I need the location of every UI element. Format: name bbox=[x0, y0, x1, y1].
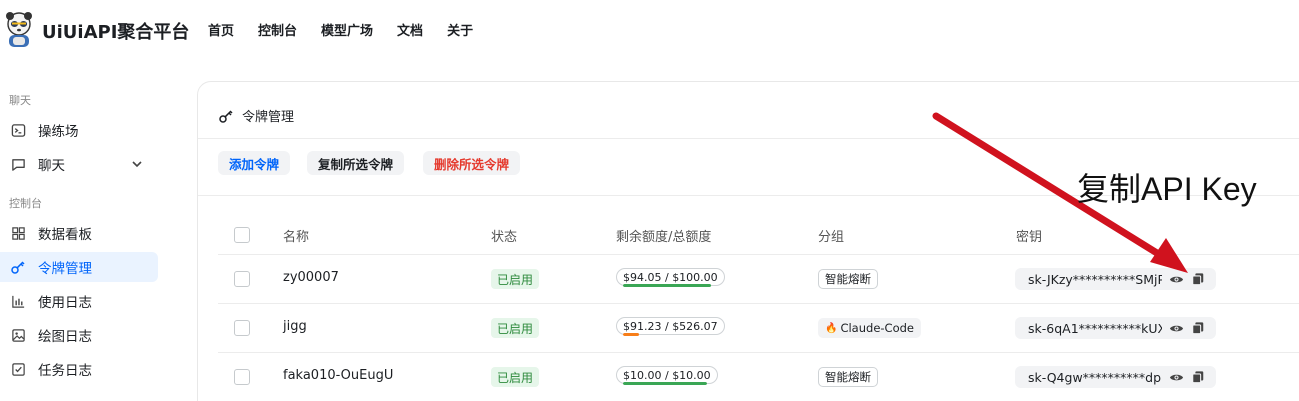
brand-name[interactable]: UiUiAPI聚合平台 bbox=[42, 18, 189, 44]
eye-icon[interactable] bbox=[1168, 271, 1184, 287]
group-label: Claude-Code bbox=[840, 321, 914, 335]
quota-progress-fill bbox=[623, 382, 707, 385]
nav-console[interactable]: 控制台 bbox=[258, 20, 297, 39]
sidebar-item-usage-log[interactable]: 使用日志 bbox=[0, 286, 158, 316]
quota-progress-bar bbox=[623, 382, 707, 385]
bar-chart-icon bbox=[10, 293, 26, 309]
group-label: 智能熔断 bbox=[825, 370, 871, 384]
row-checkbox[interactable] bbox=[234, 271, 250, 287]
sidebar-item-label: 聊天 bbox=[38, 158, 65, 174]
row-divider bbox=[218, 352, 1299, 353]
row-checkbox[interactable] bbox=[234, 369, 250, 385]
copy-icon[interactable] bbox=[1190, 271, 1206, 287]
sidebar-item-dashboard[interactable]: 数据看板 bbox=[0, 218, 158, 248]
chat-icon bbox=[10, 156, 26, 172]
sidebar-item-task-log[interactable]: 任务日志 bbox=[0, 354, 158, 384]
table-header-divider bbox=[218, 254, 1299, 255]
panda-logo-icon[interactable] bbox=[4, 10, 34, 48]
top-navigation-bar: UiUiAPI聚合平台 首页 控制台 模型广场 文档 关于 bbox=[0, 0, 1299, 62]
row-checkbox[interactable] bbox=[234, 320, 250, 336]
key-icon bbox=[218, 108, 234, 124]
column-header-quota[interactable]: 剩余额度/总额度 bbox=[616, 226, 711, 245]
sidebar-item-playground[interactable]: 操练场 bbox=[0, 115, 158, 145]
delete-selected-tokens-button[interactable]: 删除所选令牌 bbox=[423, 151, 521, 175]
dashboard-icon bbox=[10, 225, 26, 241]
column-header-key[interactable]: 密钥 bbox=[1016, 226, 1042, 245]
card-header: 令牌管理 bbox=[218, 106, 294, 125]
group-tag: 智能熔断 bbox=[818, 367, 878, 387]
quota-progress-bar bbox=[623, 333, 717, 336]
chevron-down-icon[interactable] bbox=[130, 157, 144, 175]
fire-emoji-icon: 🔥 bbox=[825, 322, 838, 334]
row-divider bbox=[218, 303, 1299, 304]
group-tag: 🔥 Claude-Code bbox=[818, 318, 921, 338]
checklist-icon bbox=[10, 361, 26, 377]
column-header-name[interactable]: 名称 bbox=[283, 226, 309, 245]
nav-home[interactable]: 首页 bbox=[208, 20, 234, 39]
group-tag: 智能熔断 bbox=[818, 269, 878, 289]
annotation-label: 复制API Key bbox=[1077, 171, 1257, 207]
copy-icon[interactable] bbox=[1190, 369, 1206, 385]
card-title: 令牌管理 bbox=[242, 110, 295, 125]
status-badge: 已启用 bbox=[491, 318, 540, 338]
sidebar-section-console: 控制台 bbox=[9, 197, 42, 210]
group-label: 智能熔断 bbox=[825, 272, 871, 286]
sidebar-item-label: 任务日志 bbox=[38, 363, 92, 379]
copy-selected-tokens-button[interactable]: 复制所选令牌 bbox=[307, 151, 405, 175]
select-all-checkbox[interactable] bbox=[234, 227, 250, 243]
api-key-text: sk-Q4gw**********dpM bbox=[1028, 369, 1162, 385]
status-badge: 已启用 bbox=[491, 367, 540, 387]
sidebar-section-chat: 聊天 bbox=[9, 94, 31, 107]
quota-progress-fill bbox=[623, 333, 639, 336]
column-header-group[interactable]: 分组 bbox=[818, 226, 844, 245]
main-nav: 首页 控制台 模型广场 文档 关于 bbox=[208, 20, 497, 39]
image-icon bbox=[10, 327, 26, 343]
token-management-card: 令牌管理 添加令牌 复制所选令牌 删除所选令牌 名称 状态 剩余额度/总额度 分… bbox=[197, 81, 1299, 401]
api-key-text: sk-JKzy**********SMjP bbox=[1028, 271, 1162, 287]
token-name: zy00007 bbox=[283, 270, 339, 285]
api-key-field: sk-JKzy**********SMjP bbox=[1015, 268, 1216, 290]
eye-icon[interactable] bbox=[1168, 369, 1184, 385]
sidebar-item-drawing-log[interactable]: 绘图日志 bbox=[0, 320, 158, 350]
terminal-icon bbox=[10, 122, 26, 138]
column-header-status[interactable]: 状态 bbox=[491, 226, 517, 245]
api-key-text: sk-6qA1**********kUX1 bbox=[1028, 320, 1162, 336]
key-icon bbox=[10, 259, 26, 275]
eye-icon[interactable] bbox=[1168, 320, 1184, 336]
sidebar-item-label: 数据看板 bbox=[38, 227, 92, 243]
nav-model-square[interactable]: 模型广场 bbox=[321, 20, 373, 39]
copy-icon[interactable] bbox=[1190, 320, 1206, 336]
nav-docs[interactable]: 文档 bbox=[397, 20, 423, 39]
api-key-field: sk-6qA1**********kUX1 bbox=[1015, 317, 1216, 339]
sidebar-item-label: 操练场 bbox=[38, 124, 79, 140]
sidebar-item-label: 令牌管理 bbox=[38, 261, 92, 277]
add-token-button[interactable]: 添加令牌 bbox=[218, 151, 291, 175]
token-name: faka010-OuEugU bbox=[283, 368, 394, 383]
api-key-field: sk-Q4gw**********dpM bbox=[1015, 366, 1216, 388]
token-name: jigg bbox=[283, 319, 307, 334]
quota-progress-fill bbox=[623, 284, 712, 287]
sidebar-item-label: 使用日志 bbox=[38, 295, 92, 311]
sidebar-item-label: 绘图日志 bbox=[38, 329, 92, 345]
nav-about[interactable]: 关于 bbox=[447, 20, 473, 39]
sidebar-item-chat[interactable]: 聊天 bbox=[0, 149, 158, 179]
sidebar-item-token-management[interactable]: 令牌管理 bbox=[0, 252, 158, 282]
status-badge: 已启用 bbox=[491, 269, 540, 289]
quota-progress-bar bbox=[623, 284, 717, 287]
header-divider bbox=[198, 138, 1299, 139]
